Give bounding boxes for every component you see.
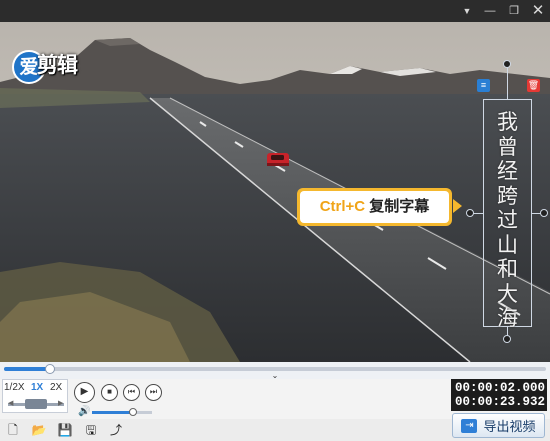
close-button[interactable]: ✕ [526,0,550,22]
export-video-label: 导出视频 [483,419,536,434]
timeline: ⌄ [0,362,550,380]
speed-up-arrow-icon[interactable]: ▶ [58,399,63,409]
speed-slider[interactable]: ◀ ▶ [8,399,64,409]
resize-handle-right[interactable] [540,209,548,217]
subtitle-char: 曾 [497,134,518,159]
export-icon: ⇥ [461,418,478,433]
time-display: 00:00:02.000 00:00:23.932 [451,379,547,411]
bottom-toolbar: 🗋 📂 💾 🖫 ⤴ ⇥ 导出视频 [0,413,550,441]
tooltip-label: 复制字幕 [365,198,430,215]
volume-fill [92,411,133,414]
speed-panel: 1/2X 1X 2X ◀ ▶ [2,379,68,413]
subtitle-char: 跨 [497,183,518,208]
subtitle-char: 和 [497,257,518,281]
subtitle-list-icon[interactable]: ≡ [477,79,490,92]
subtitle-text: 我 曾 经 跨 过 山 和 大 海 [484,110,531,331]
total-time: 00:00:23.932 [455,395,546,409]
save-icon[interactable]: 💾 [57,422,73,438]
new-project-icon[interactable]: 🗋 [5,422,21,438]
tooltip-shortcut: Ctrl+C [319,198,366,215]
dropdown-menu-icon[interactable]: ▼ [455,0,479,22]
subtitle-char: 经 [497,159,518,183]
volume-icon[interactable]: 🔊 [78,406,90,417]
speed-option-2x[interactable]: 2X [50,382,62,393]
maximize-button[interactable]: ❐ [502,0,526,22]
speed-option-half[interactable]: 1/2X [4,382,25,393]
tooltip-arrow [453,199,462,213]
play-button[interactable]: ▶ [74,382,95,403]
copy-subtitle-tooltip: Ctrl+C 复制字幕 [297,188,452,226]
progress-knob[interactable] [45,364,56,374]
title-bar: ▼ — ❐ ✕ [0,0,550,22]
subtitle-char: 大 [497,281,518,306]
subtitle-box[interactable]: 我 曾 经 跨 过 山 和 大 海 [483,99,532,330]
previous-frame-button[interactable]: ⏮ [123,384,140,401]
video-preview[interactable]: 爱 剪辑 ≡ 🗑 我 曾 经 跨 过 山 和 大 海 Ctrl+C 复制字幕 [0,22,550,362]
rotate-handle[interactable] [503,60,511,68]
subtitle-char: 过 [497,208,518,232]
stop-button[interactable]: ■ [101,384,118,401]
progress-fill [4,367,51,371]
logo-text: 剪辑 [37,52,78,77]
speed-option-1x[interactable]: 1X [31,382,43,393]
subtitle-char: 我 [497,110,518,134]
tooltip-content: Ctrl+C 复制字幕 [300,191,449,223]
speed-slider-knob[interactable] [25,399,47,409]
speed-down-arrow-icon[interactable]: ◀ [8,399,13,409]
share-icon[interactable]: ⤴ [108,422,124,438]
volume-knob[interactable] [128,408,137,416]
open-folder-icon[interactable]: 📂 [31,422,47,438]
next-frame-button[interactable]: ⏭ [145,384,162,401]
save-as-icon[interactable]: 🖫 [83,422,99,438]
export-video-button[interactable]: ⇥ 导出视频 [452,413,545,438]
subtitle-char: 山 [497,232,518,257]
delete-subtitle-icon[interactable]: 🗑 [527,79,540,92]
volume-slider[interactable] [92,408,152,416]
minimize-button[interactable]: — [478,0,502,22]
resize-handle-bottom[interactable] [503,335,511,343]
app-logo: 爱 剪辑 [12,46,84,92]
resize-handle-left[interactable] [466,209,474,217]
rotate-handle-line [507,64,508,99]
current-time: 00:00:02.000 [455,381,546,395]
